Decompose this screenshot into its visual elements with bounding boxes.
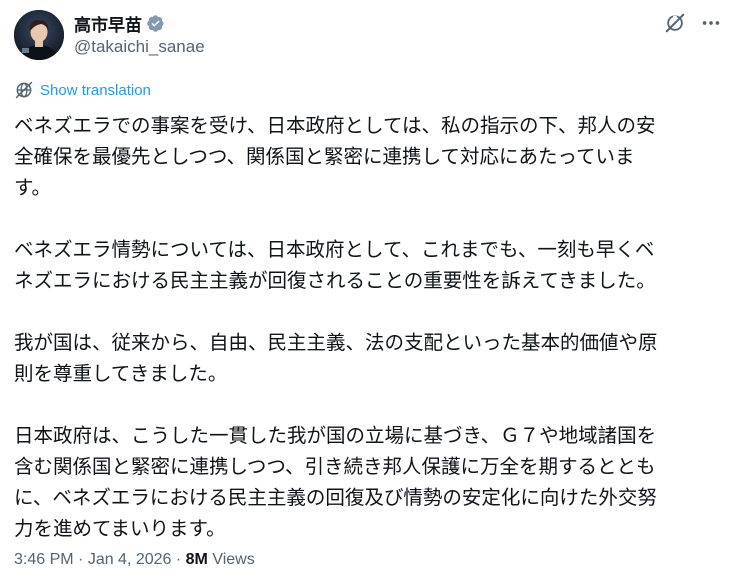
post-paragraph: 我が国は、従来から、自由、民主主義、法の支配といった基本的価値や原 則を尊重して… xyxy=(14,331,658,385)
post-header: 高市早苗 @takaichi_sanae xyxy=(14,10,726,64)
verified-check-icon[interactable] xyxy=(146,14,165,33)
post-paragraph: 日本政府は、こうした一貫した我が国の立場に基づき、Ｇ７や地域諸国を 含む関係国と… xyxy=(14,424,657,540)
handle[interactable]: @takaichi_sanae xyxy=(74,37,205,57)
post-time[interactable]: 3:46 PM xyxy=(14,551,74,568)
more-horizontal-icon[interactable] xyxy=(700,12,722,34)
views-label: Views xyxy=(212,551,255,568)
display-name[interactable]: 高市早苗 xyxy=(74,11,142,36)
meta-separator: · xyxy=(171,551,186,568)
show-translation-link[interactable]: Show translation xyxy=(14,80,151,100)
post-text: ベネズエラでの事案を受け、日本政府としては、私の指示の下、邦人の安 全確保を最優… xyxy=(14,110,726,544)
post-meta: 3:46 PM · Jan 4, 2026 · 8M Views xyxy=(14,551,255,569)
avatar[interactable] xyxy=(14,10,64,60)
translate-globe-icon xyxy=(14,80,34,100)
meta-separator: · xyxy=(73,551,88,568)
post-paragraph: ベネズエラ情勢については、日本政府として、これまでも、一刻も早くベ ネズエラにお… xyxy=(14,238,656,292)
header-actions xyxy=(664,12,722,34)
post-paragraph: ベネズエラでの事案を受け、日本政府としては、私の指示の下、邦人の安 全確保を最優… xyxy=(14,114,656,199)
grok-icon[interactable] xyxy=(664,12,686,34)
author-names: 高市早苗 @takaichi_sanae xyxy=(74,12,205,57)
post-date[interactable]: Jan 4, 2026 xyxy=(88,551,172,568)
show-translation-label[interactable]: Show translation xyxy=(40,82,151,99)
views-count: 8M xyxy=(185,551,208,568)
